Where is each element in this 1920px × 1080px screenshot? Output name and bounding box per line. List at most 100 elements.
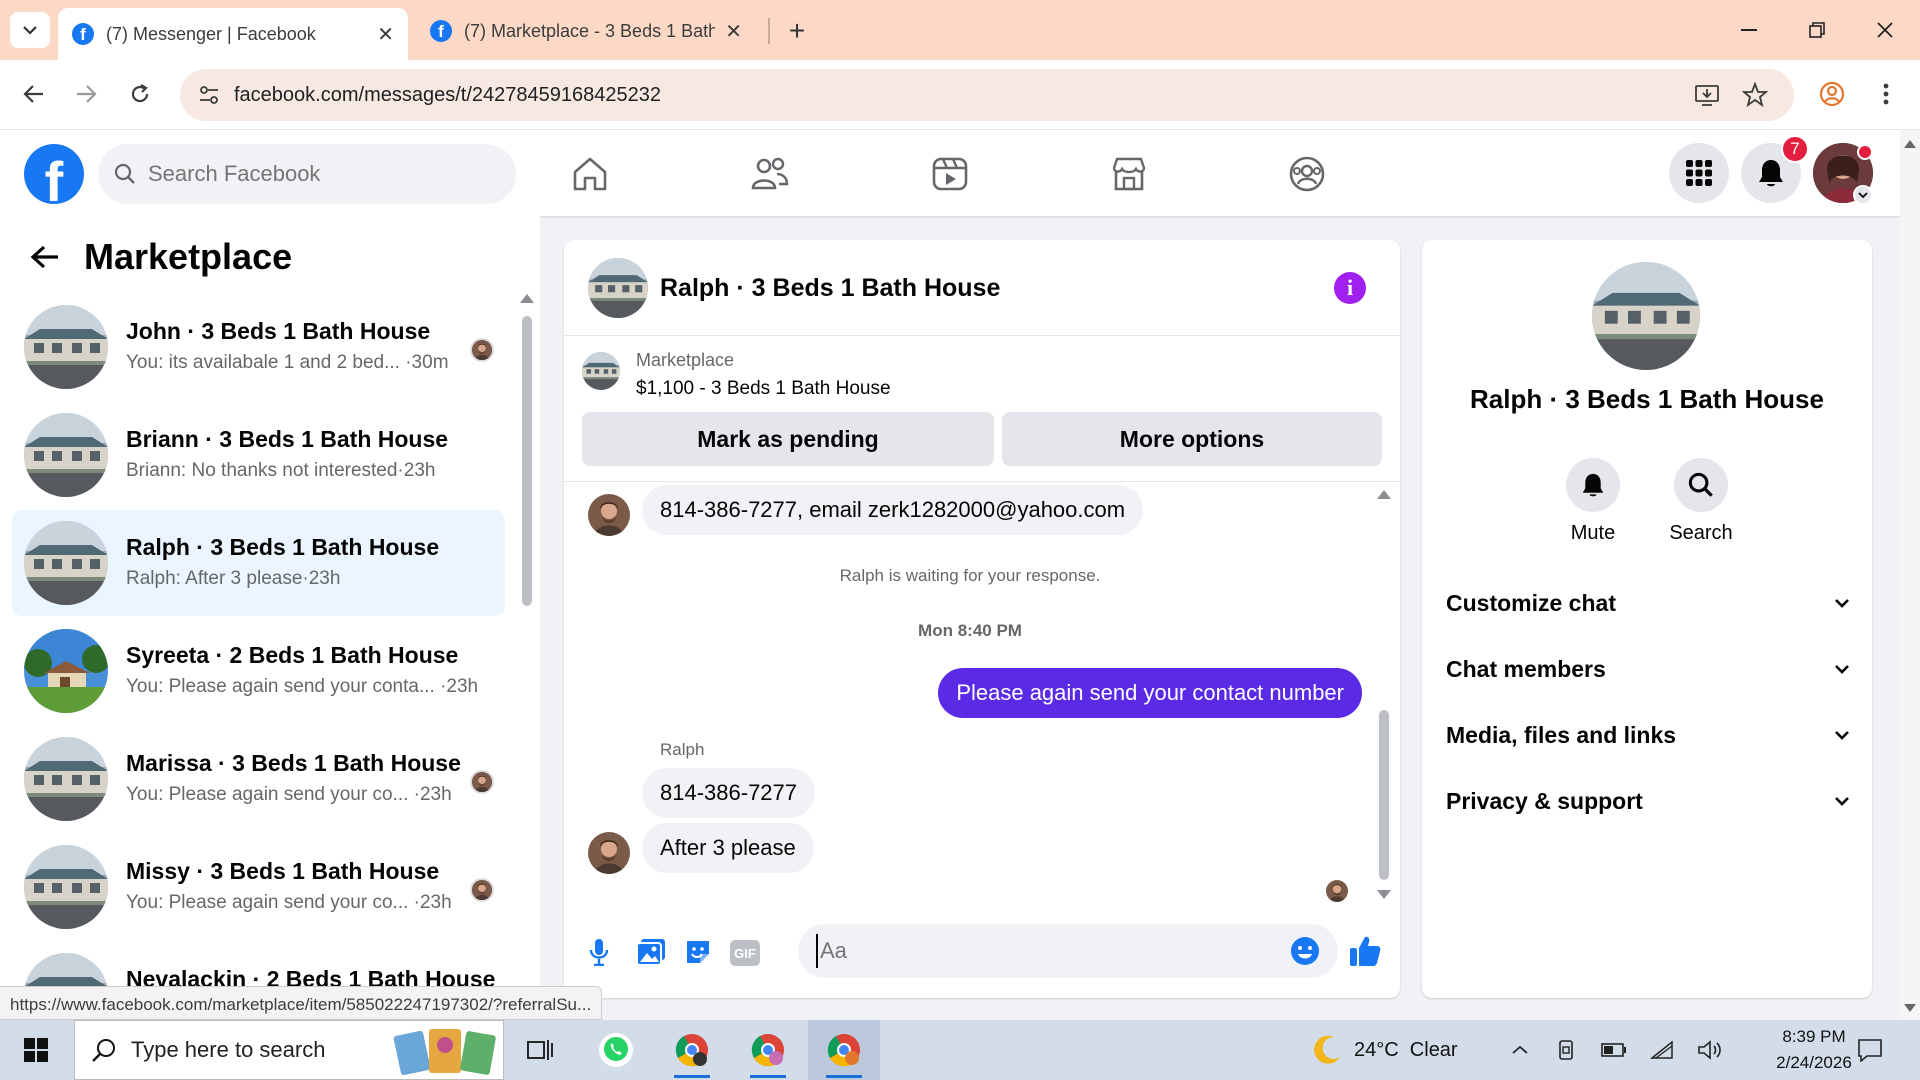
tab-title: (7) Marketplace - 3 Beds 1 Bath — [464, 20, 716, 41]
groups-icon[interactable] — [1282, 150, 1332, 198]
scroll-up-arrow-icon[interactable] — [1904, 140, 1916, 148]
section-customize-chat[interactable]: Customize chat — [1446, 578, 1850, 628]
sender-avatar[interactable] — [588, 832, 630, 874]
conversation-avatar — [24, 305, 108, 389]
site-settings-icon[interactable] — [198, 85, 220, 105]
install-app-icon[interactable] — [1694, 83, 1720, 107]
sender-avatar[interactable] — [588, 494, 630, 536]
home-icon[interactable] — [565, 150, 615, 198]
conversation-info-panel: Ralph · 3 Beds 1 Bath House Mute Search … — [1422, 240, 1872, 998]
restore-icon[interactable] — [1792, 10, 1842, 50]
more-options-button[interactable]: More options — [1002, 412, 1382, 466]
listing-thumbnail[interactable] — [582, 352, 620, 390]
account-chevron-down-icon[interactable] — [1853, 185, 1873, 205]
close-tab-icon[interactable]: ✕ — [725, 19, 742, 44]
microphone-icon[interactable] — [588, 938, 610, 966]
like-icon[interactable] — [1348, 934, 1382, 968]
message-bubble-incoming[interactable]: 814-386-7277, email zerk1282000@yahoo.co… — [642, 485, 1144, 535]
chat-title[interactable]: Ralph · 3 Beds 1 Bath House — [660, 274, 1000, 303]
mute-button[interactable]: Mute — [1548, 458, 1638, 545]
mark-as-pending-button[interactable]: Mark as pending — [582, 412, 994, 466]
close-tab-icon[interactable]: ✕ — [377, 22, 394, 47]
conversation-item[interactable]: Briann · 3 Beds 1 Bath House Briann: No t… — [12, 402, 505, 508]
conversation-item[interactable]: John · 3 Beds 1 Bath House You: its avail… — [12, 294, 505, 400]
message-bubble-incoming[interactable]: 814-386-7277 — [642, 768, 816, 818]
address-bar[interactable]: facebook.com/messages/t/2427845916842523… — [180, 69, 1794, 121]
back-arrow-icon[interactable] — [14, 74, 54, 114]
scroll-down-arrow-icon[interactable] — [1377, 890, 1391, 899]
info-avatar[interactable] — [1592, 262, 1700, 370]
conversation-preview: You: Please again send your co... ·23h — [126, 784, 452, 805]
close-window-icon[interactable] — [1860, 10, 1910, 50]
device-icon[interactable] — [1552, 1036, 1580, 1064]
url-text[interactable]: facebook.com/messages/t/2427845916842523… — [234, 84, 661, 107]
page-scrollbar[interactable] — [1900, 130, 1920, 1020]
section-media-files-links[interactable]: Media, files and links — [1446, 710, 1850, 760]
conversation-item[interactable]: Ralph · 3 Beds 1 Bath House Ralph: After … — [12, 510, 505, 616]
taskbar-search-box[interactable]: Type here to search — [74, 1020, 504, 1080]
chrome-app-profile-3[interactable] — [808, 1020, 880, 1080]
listing-price[interactable]: $1,100 - 3 Beds 1 Bath House — [636, 378, 891, 400]
conversation-item[interactable]: Marissa · 3 Beds 1 Bath House You: Please… — [12, 726, 505, 832]
photo-icon[interactable] — [636, 938, 666, 966]
system-clock[interactable]: 8:39 PM 2/24/2026 — [1764, 1024, 1864, 1076]
scroll-up-arrow-icon[interactable] — [1377, 490, 1391, 499]
tab-search-chevron-icon[interactable] — [10, 12, 50, 48]
start-button[interactable] — [0, 1020, 72, 1080]
battery-icon[interactable] — [1600, 1036, 1628, 1064]
weather-widget[interactable]: 24°C Clear — [1310, 1020, 1458, 1080]
wifi-icon[interactable] — [1648, 1036, 1676, 1064]
scroll-up-arrow-icon[interactable] — [520, 294, 534, 303]
section-label: Chat members — [1446, 655, 1606, 682]
tab-marketplace[interactable]: f (7) Marketplace - 3 Beds 1 Bath ✕ — [416, 8, 756, 54]
chat-header: Ralph · 3 Beds 1 Bath House i — [564, 240, 1400, 336]
facebook-favicon-icon: f — [430, 20, 452, 42]
reload-icon[interactable] — [120, 74, 160, 114]
menu-grid-button[interactable] — [1669, 143, 1729, 203]
video-icon[interactable] — [925, 150, 975, 198]
chrome-app-profile-2[interactable] — [732, 1020, 804, 1080]
sticker-icon[interactable] — [684, 938, 712, 966]
scroll-down-arrow-icon[interactable] — [1904, 1004, 1916, 1012]
conversation-item[interactable]: Syreeta · 2 Beds 1 Bath House You: Please… — [12, 618, 505, 724]
chevron-up-icon[interactable] — [1506, 1036, 1534, 1064]
forward-arrow-icon[interactable] — [66, 74, 106, 114]
chrome-icon — [675, 1034, 708, 1067]
search-input[interactable] — [148, 161, 488, 187]
back-arrow-icon[interactable] — [30, 244, 60, 270]
facebook-search-box[interactable] — [98, 144, 516, 204]
conversation-item[interactable]: Missy · 3 Beds 1 Bath House You: Please a… — [12, 834, 505, 940]
facebook-logo[interactable]: f — [24, 144, 84, 204]
browser-menu-icon[interactable] — [1866, 74, 1906, 114]
marketplace-icon[interactable] — [1104, 150, 1154, 198]
profile-icon[interactable] — [1812, 74, 1852, 114]
search-in-conversation-button[interactable]: Search — [1656, 458, 1746, 545]
task-view-button[interactable] — [504, 1020, 576, 1080]
tab-messenger[interactable]: f (7) Messenger | Facebook ✕ — [58, 8, 408, 60]
chat-avatar[interactable] — [588, 258, 648, 318]
clock-time: 8:39 PM — [1782, 1027, 1846, 1046]
whatsapp-app[interactable] — [580, 1020, 652, 1080]
message-bubble-outgoing[interactable]: Please again send your contact number — [938, 668, 1362, 718]
info-icon[interactable]: i — [1334, 272, 1366, 304]
message-composer[interactable] — [798, 924, 1338, 978]
message-input[interactable] — [816, 934, 1256, 968]
sidebar-scrollbar[interactable] — [522, 316, 532, 606]
notification-center-icon[interactable] — [1856, 1036, 1884, 1064]
emoji-icon[interactable] — [1290, 936, 1320, 966]
conversation-name: Ralph · 3 Beds 1 Bath House — [126, 534, 440, 560]
section-chat-members[interactable]: Chat members — [1446, 644, 1850, 694]
section-privacy-support[interactable]: Privacy & support — [1446, 776, 1850, 826]
bookmark-star-icon[interactable] — [1742, 82, 1768, 108]
moon-icon — [1310, 1033, 1344, 1067]
speaker-icon[interactable] — [1696, 1036, 1724, 1064]
minimize-icon[interactable] — [1724, 10, 1774, 50]
message-bubble-incoming[interactable]: After 3 please — [642, 823, 814, 873]
message-timestamp: Mon 8:40 PM — [918, 621, 1022, 640]
gif-icon[interactable]: GIF — [730, 940, 760, 966]
new-tab-button[interactable]: + — [780, 14, 814, 48]
chat-scrollbar[interactable] — [1379, 710, 1389, 880]
chrome-app-profile-1[interactable] — [656, 1020, 728, 1080]
sender-name: Ralph — [660, 740, 705, 759]
friends-icon[interactable] — [745, 150, 795, 198]
